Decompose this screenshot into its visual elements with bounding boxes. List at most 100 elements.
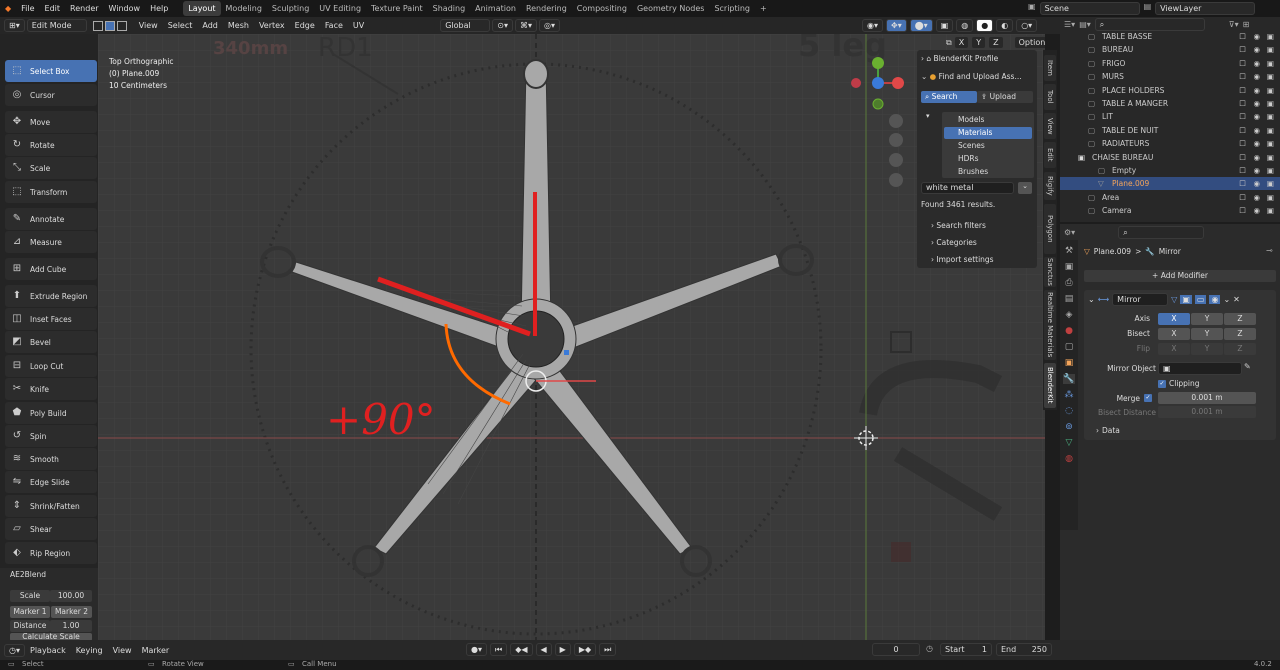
timeline-view-menu[interactable]: View (108, 646, 137, 655)
menu-face[interactable]: Face (321, 21, 347, 30)
outliner-row[interactable]: ▢ MURS ☐ ◉ ▣ (1060, 70, 1280, 83)
exclude-checkbox[interactable]: ☐ (1239, 30, 1246, 43)
zoom-icon[interactable] (889, 114, 903, 128)
tool-annotate[interactable]: ✎ Annotate (5, 208, 97, 230)
exclude-checkbox[interactable]: ☐ (1239, 164, 1246, 177)
visibility-eye-icon[interactable]: ◉ (1253, 177, 1260, 190)
visibility-eye-icon[interactable]: ◉ (1253, 110, 1260, 123)
visibility-eye-icon[interactable]: ◉ (1253, 124, 1260, 137)
visibility-eye-icon[interactable]: ◉ (1253, 43, 1260, 56)
gizmo-icon[interactable]: ✥▾ (886, 19, 907, 32)
menu-edit[interactable]: Edit (40, 4, 66, 13)
menu-uv[interactable]: UV (349, 21, 368, 30)
tool-spin[interactable]: ↺ Spin (5, 425, 97, 447)
search-button[interactable]: ⌕ Search (921, 91, 977, 103)
prev-keyframe-icon[interactable]: ◆◀ (510, 643, 533, 656)
render-camera-icon[interactable]: ▣ (1267, 70, 1274, 83)
viewport-canvas[interactable]: 340mm RD1 5 leg +90° (98, 34, 1045, 640)
blender-logo-icon[interactable]: ◆ (0, 4, 16, 13)
tool-inset[interactable]: ◫ Inset Faces (5, 308, 97, 330)
menu-render[interactable]: Render (65, 4, 103, 13)
upload-button[interactable]: ⇪ Upload (977, 91, 1033, 103)
import-settings-section[interactable]: › Import settings (931, 254, 994, 266)
mode-dropdown[interactable]: Edit Mode (26, 19, 87, 32)
tool-rotate[interactable]: ↻ Rotate (5, 134, 97, 156)
render-camera-icon[interactable]: ▣ (1267, 43, 1274, 56)
tab-rigify[interactable]: Rigify (1044, 172, 1056, 200)
timeline-editor-icon[interactable]: ◷▾ (4, 643, 25, 657)
exclude-checkbox[interactable]: ☐ (1239, 191, 1246, 204)
tool-loop-cut[interactable]: ⊟ Loop Cut (5, 355, 97, 377)
menu-select[interactable]: Select (164, 21, 197, 30)
current-frame-field[interactable]: 0 (872, 643, 920, 656)
tab-compositing[interactable]: Compositing (572, 1, 632, 16)
merge-checkbox[interactable]: ✓ (1144, 394, 1152, 402)
tool-extrude[interactable]: ⬆ Extrude Region (5, 285, 97, 307)
tab-tool[interactable]: Tool (1044, 84, 1056, 110)
tool-smooth[interactable]: ≋ Smooth (5, 448, 97, 470)
show-in-viewport-icon[interactable]: ▭ (1194, 295, 1207, 304)
world-tab-icon[interactable]: ● (1065, 326, 1073, 336)
render-camera-icon[interactable]: ▣ (1267, 110, 1274, 123)
show-in-render-icon[interactable]: ◉ (1209, 295, 1221, 304)
mirror-options-icon[interactable]: ⧉ (946, 38, 952, 48)
search-options-icon[interactable]: ⌄ (1018, 182, 1032, 194)
tab-texture-paint[interactable]: Texture Paint (366, 1, 428, 16)
outliner-row[interactable]: ▣ CHAISE BUREAU ☐ ◉ ▣ (1060, 151, 1280, 164)
tool-rip-region[interactable]: ⬖ Rip Region (5, 542, 97, 564)
tool-transform[interactable]: ⬚ Transform (5, 181, 97, 203)
new-collection-icon[interactable]: ⊞ (1243, 20, 1250, 29)
menu-edge[interactable]: Edge (291, 21, 319, 30)
constraints-tab-icon[interactable]: ⊚ (1065, 422, 1073, 432)
render-camera-icon[interactable]: ▣ (1267, 97, 1274, 110)
exclude-checkbox[interactable]: ☐ (1239, 97, 1246, 110)
tool-poly-build[interactable]: ⬟ Poly Build (5, 402, 97, 424)
tool-shrink-fatten[interactable]: ⇕ Shrink/Fatten (5, 495, 97, 517)
outliner-row[interactable]: ▢ PLACE HOLDERS ☐ ◉ ▣ (1060, 84, 1280, 97)
marker1-button[interactable]: Marker 1 (10, 606, 50, 618)
collapse-chevron-icon[interactable]: ⌄ (1088, 295, 1095, 304)
render-camera-icon[interactable]: ▣ (1267, 191, 1274, 204)
tab-view[interactable]: View (1044, 113, 1056, 139)
menu-add[interactable]: Add (198, 21, 222, 30)
flip-z-button[interactable]: Z (1224, 343, 1256, 355)
outliner-editor-icon[interactable]: ☰▾ (1064, 20, 1075, 29)
category-brushes[interactable]: Brushes (944, 166, 1032, 178)
marker2-button[interactable]: Marker 2 (51, 606, 92, 618)
bisect-x-button[interactable]: X (1158, 328, 1190, 340)
categories-section[interactable]: › Categories (931, 237, 977, 249)
search-query-input[interactable]: white metal (921, 182, 1014, 194)
axis-y-toggle[interactable]: Y (971, 36, 987, 49)
3d-viewport[interactable]: 340mm RD1 5 leg +90° Top Orthographic (0… (98, 34, 1045, 640)
ae2blend-scale-value[interactable]: 100.00 (50, 590, 92, 602)
exclude-checkbox[interactable]: ☐ (1239, 110, 1246, 123)
axis-x-toggle[interactable]: X (953, 36, 970, 49)
tab-modeling[interactable]: Modeling (221, 1, 267, 16)
keying-menu[interactable]: Keying (71, 646, 108, 655)
marker-menu[interactable]: Marker (137, 646, 175, 655)
tool-tab-icon[interactable]: ⚒ (1065, 246, 1073, 256)
render-camera-icon[interactable]: ▣ (1267, 84, 1274, 97)
select-mode-vertex-icon[interactable] (92, 20, 103, 31)
axis-z-toggle[interactable]: Z (988, 36, 1004, 49)
tab-uv-editing[interactable]: UV Editing (314, 1, 366, 16)
visibility-icon[interactable]: ◉▾ (862, 19, 883, 32)
menu-file[interactable]: File (16, 4, 39, 13)
outliner-row[interactable]: ▢ TABLE A MANGER ☐ ◉ ▣ (1060, 97, 1280, 110)
modifier-menu-icon[interactable]: ⌄ (1223, 295, 1230, 304)
axis-y-button[interactable]: Y (1191, 313, 1223, 325)
render-camera-icon[interactable]: ▣ (1267, 57, 1274, 70)
axis-x-button[interactable]: X (1158, 313, 1190, 325)
category-hdrs[interactable]: HDRs (944, 153, 1032, 165)
axis-z-button[interactable]: Z (1224, 313, 1256, 325)
tool-bevel[interactable]: ◩ Bevel (5, 331, 97, 353)
flip-y-button[interactable]: Y (1191, 343, 1223, 355)
particles-tab-icon[interactable]: ⁂ (1065, 390, 1074, 400)
outliner-row[interactable]: ▽ Plane.009 ☐ ◉ ▣ (1060, 177, 1280, 191)
visibility-eye-icon[interactable]: ◉ (1253, 191, 1260, 204)
outliner-row[interactable]: ▢ FRIGO ☐ ◉ ▣ (1060, 57, 1280, 70)
outliner-row[interactable]: ▢ BUREAU ☐ ◉ ▣ (1060, 43, 1280, 56)
menu-help[interactable]: Help (145, 4, 173, 13)
exclude-checkbox[interactable]: ☐ (1239, 70, 1246, 83)
tab-sculpting[interactable]: Sculpting (267, 1, 314, 16)
